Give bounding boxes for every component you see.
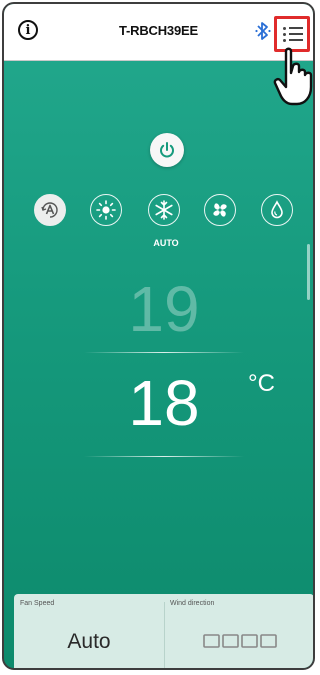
fan-mode-button[interactable] [204, 194, 236, 226]
heat-mode-button[interactable] [90, 194, 122, 226]
snowflake-icon [155, 200, 173, 220]
menu-bullet [283, 27, 286, 30]
temperature-divider-top [84, 352, 244, 353]
menu-bullet [283, 33, 286, 36]
sun-icon [96, 200, 116, 220]
auto-mode-icon [41, 202, 58, 218]
bluetooth-icon [255, 22, 271, 40]
droplet-icon [271, 200, 283, 219]
menu-line [289, 27, 303, 29]
fan-speed-label: Fan Speed [20, 600, 55, 607]
power-icon [160, 142, 174, 158]
wind-direction-label: Wind direction [170, 600, 215, 607]
menu-line [289, 33, 303, 35]
phone-frame: i T-RBCH39EE AUTO 19 18 °C Fan Speed Aut… [2, 2, 315, 670]
temperature-divider-bottom [84, 456, 244, 457]
pointing-hand-icon [273, 47, 313, 106]
power-button[interactable] [150, 133, 184, 167]
temperature-unit: °C [248, 370, 275, 397]
cool-mode-button[interactable] [148, 194, 180, 226]
mode-label: AUTO [153, 238, 179, 248]
previous-temperature[interactable]: 19 [4, 274, 313, 344]
auto-mode-button[interactable] [34, 194, 66, 226]
panel-divider [164, 602, 165, 668]
fan-icon [213, 203, 227, 217]
top-bar: i T-RBCH39EE [4, 4, 313, 61]
bottom-panel: Fan Speed Auto Wind direction [14, 594, 313, 668]
dry-mode-button[interactable] [261, 194, 293, 226]
menu-bullet [283, 39, 286, 42]
fan-speed-button[interactable]: Auto [14, 630, 164, 654]
wind-direction-icon[interactable] [202, 633, 278, 649]
menu-line [289, 39, 303, 41]
